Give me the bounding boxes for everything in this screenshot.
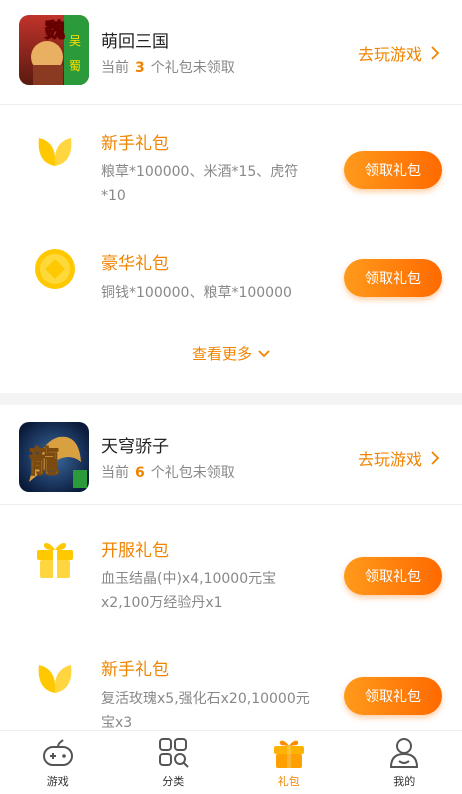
leaf-icon [38, 665, 72, 693]
game-icon[interactable]: 龍 [19, 422, 89, 492]
coin-icon [35, 249, 75, 289]
chevron-right-icon [431, 46, 440, 60]
claim-gift-button[interactable]: 领取礼包 [344, 151, 442, 189]
tab-label: 分类 [162, 775, 185, 788]
game-header: 龍 天穹骄子 当前 6 个礼包未领取 去玩游戏 [0, 405, 462, 505]
gift-title: 豪华礼包 [101, 254, 169, 274]
tab-games[interactable]: 游戏 [0, 731, 116, 794]
sub-prefix: 当前 [101, 465, 129, 481]
unclaimed-count-text: 当前 6 个礼包未领取 [101, 462, 235, 482]
svg-text:蜀: 蜀 [69, 59, 81, 73]
chevron-down-icon [258, 349, 270, 357]
game-card-1: 魏 吴 蜀 萌回三国 当前 3 个礼包未领取 去玩游戏 新手礼包 粮草*100000… [0, 0, 462, 393]
tab-label: 礼包 [277, 775, 300, 788]
gift-desc: 铜钱*100000、粮草*100000 [101, 285, 292, 301]
play-game-link[interactable]: 去玩游戏 [358, 41, 440, 65]
play-game-label: 去玩游戏 [357, 45, 422, 64]
game-card-2: 龍 天穹骄子 当前 6 个礼包未领取 去玩游戏 开服礼包 血玉结晶(中)x4,100… [0, 405, 462, 745]
gift-item: 开服礼包 血玉结晶(中)x4,10000元宝x2,100万经验丹x1 领取礼包 [0, 506, 462, 623]
claim-gift-button[interactable]: 领取礼包 [344, 259, 442, 297]
sub-suffix: 个礼包未领取 [150, 60, 235, 76]
user-icon [390, 738, 419, 768]
tab-mine[interactable]: 我的 [347, 731, 462, 794]
section-divider [0, 393, 462, 405]
unclaimed-count: 6 [135, 465, 145, 481]
game-icon[interactable]: 魏 吴 蜀 [19, 15, 89, 85]
chevron-right-icon [431, 451, 440, 465]
gift-box-icon [37, 543, 73, 578]
play-game-link[interactable]: 去玩游戏 [358, 446, 440, 470]
gift-icon [273, 740, 304, 768]
game-header: 魏 吴 蜀 萌回三国 当前 3 个礼包未领取 去玩游戏 [0, 0, 462, 105]
play-game-label: 去玩游戏 [357, 450, 422, 469]
leaf-icon [38, 138, 72, 166]
claim-gift-button[interactable]: 领取礼包 [344, 557, 442, 595]
view-more-label: 查看更多 [191, 345, 252, 363]
sub-suffix: 个礼包未领取 [150, 465, 235, 481]
tab-label: 游戏 [46, 775, 69, 788]
claim-gift-button[interactable]: 领取礼包 [344, 677, 442, 715]
gift-desc: 血玉结晶(中)x4,10000元宝x2,100万经验丹x1 [101, 571, 277, 611]
unclaimed-count: 3 [135, 60, 145, 76]
gift-title: 新手礼包 [101, 660, 169, 680]
tab-label: 我的 [393, 775, 416, 788]
svg-text:魏: 魏 [44, 18, 65, 42]
category-icon [159, 738, 189, 768]
gift-item: 新手礼包 复活玫瑰x5,强化石x20,10000元宝x3 领取礼包 [0, 623, 462, 740]
bottom-tab-bar: 游戏 分类 礼包 我的 [0, 730, 462, 794]
sub-prefix: 当前 [101, 60, 129, 76]
gift-item: 豪华礼包 铜钱*100000、粮草*100000 领取礼包 [0, 223, 462, 340]
game-name: 天穹骄子 [101, 437, 169, 457]
view-more-link[interactable]: 查看更多 [0, 343, 462, 364]
gift-desc: 粮草*100000、米酒*15、虎符*10 [101, 164, 299, 204]
svg-text:吴: 吴 [69, 34, 81, 48]
gift-title: 开服礼包 [101, 541, 169, 561]
gamepad-icon [42, 739, 73, 766]
tab-category[interactable]: 分类 [116, 731, 232, 794]
gift-item: 新手礼包 粮草*100000、米酒*15、虎符*10 领取礼包 [0, 106, 462, 223]
svg-text:龍: 龍 [29, 445, 59, 480]
gift-desc: 复活玫瑰x5,强化石x20,10000元宝x3 [101, 691, 310, 731]
gift-title: 新手礼包 [101, 134, 169, 154]
unclaimed-count-text: 当前 3 个礼包未领取 [101, 57, 235, 77]
game-name: 萌回三国 [101, 32, 169, 52]
tab-gifts[interactable]: 礼包 [231, 731, 347, 794]
